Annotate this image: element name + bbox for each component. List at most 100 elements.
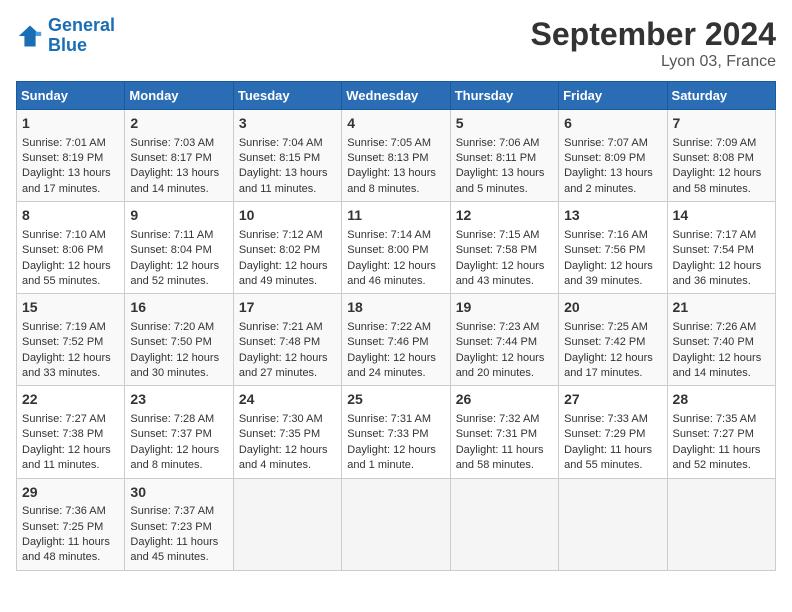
day-info: Sunrise: 7:16 AMSunset: 7:56 PMDaylight:… [564, 228, 661, 290]
day-info: Sunrise: 7:33 AMSunset: 7:29 PMDaylight:… [564, 412, 661, 474]
logo-icon [16, 22, 44, 50]
day-number: 20 [564, 298, 661, 318]
calendar-day-cell: 26Sunrise: 7:32 AMSunset: 7:31 PMDayligh… [450, 386, 558, 478]
weekday-header-row: SundayMondayTuesdayWednesdayThursdayFrid… [17, 82, 776, 110]
day-info: Sunrise: 7:06 AMSunset: 8:11 PMDaylight:… [456, 136, 553, 198]
day-info: Sunrise: 7:30 AMSunset: 7:35 PMDaylight:… [239, 412, 336, 474]
logo: General Blue [16, 16, 115, 56]
day-number: 22 [22, 390, 119, 410]
calendar-day-cell: 8Sunrise: 7:10 AMSunset: 8:06 PMDaylight… [17, 202, 125, 294]
day-number: 5 [456, 114, 553, 134]
day-number: 15 [22, 298, 119, 318]
day-info: Sunrise: 7:09 AMSunset: 8:08 PMDaylight:… [673, 136, 770, 198]
day-number: 17 [239, 298, 336, 318]
calendar-day-cell: 28Sunrise: 7:35 AMSunset: 7:27 PMDayligh… [667, 386, 775, 478]
day-number: 7 [673, 114, 770, 134]
calendar-day-cell: 5Sunrise: 7:06 AMSunset: 8:11 PMDaylight… [450, 110, 558, 202]
title-block: September 2024 Lyon 03, France [531, 16, 776, 71]
calendar-day-cell: 30Sunrise: 7:37 AMSunset: 7:23 PMDayligh… [125, 478, 233, 570]
location-title: Lyon 03, France [531, 53, 776, 71]
day-info: Sunrise: 7:37 AMSunset: 7:23 PMDaylight:… [130, 504, 227, 566]
day-number: 28 [673, 390, 770, 410]
calendar-day-cell: 20Sunrise: 7:25 AMSunset: 7:42 PMDayligh… [559, 294, 667, 386]
calendar-week-2: 8Sunrise: 7:10 AMSunset: 8:06 PMDaylight… [17, 202, 776, 294]
day-info: Sunrise: 7:17 AMSunset: 7:54 PMDaylight:… [673, 228, 770, 290]
calendar-day-cell: 21Sunrise: 7:26 AMSunset: 7:40 PMDayligh… [667, 294, 775, 386]
day-number: 24 [239, 390, 336, 410]
day-info: Sunrise: 7:12 AMSunset: 8:02 PMDaylight:… [239, 228, 336, 290]
day-number: 10 [239, 206, 336, 226]
day-info: Sunrise: 7:11 AMSunset: 8:04 PMDaylight:… [130, 228, 227, 290]
day-number: 27 [564, 390, 661, 410]
day-info: Sunrise: 7:21 AMSunset: 7:48 PMDaylight:… [239, 320, 336, 382]
calendar-week-4: 22Sunrise: 7:27 AMSunset: 7:38 PMDayligh… [17, 386, 776, 478]
day-info: Sunrise: 7:03 AMSunset: 8:17 PMDaylight:… [130, 136, 227, 198]
day-info: Sunrise: 7:22 AMSunset: 7:46 PMDaylight:… [347, 320, 444, 382]
day-number: 8 [22, 206, 119, 226]
calendar-day-cell: 23Sunrise: 7:28 AMSunset: 7:37 PMDayligh… [125, 386, 233, 478]
calendar-day-cell [667, 478, 775, 570]
day-info: Sunrise: 7:23 AMSunset: 7:44 PMDaylight:… [456, 320, 553, 382]
calendar-day-cell: 9Sunrise: 7:11 AMSunset: 8:04 PMDaylight… [125, 202, 233, 294]
day-info: Sunrise: 7:26 AMSunset: 7:40 PMDaylight:… [673, 320, 770, 382]
weekday-header-sunday: Sunday [17, 82, 125, 110]
day-number: 29 [22, 483, 119, 503]
calendar-day-cell: 13Sunrise: 7:16 AMSunset: 7:56 PMDayligh… [559, 202, 667, 294]
calendar-day-cell: 27Sunrise: 7:33 AMSunset: 7:29 PMDayligh… [559, 386, 667, 478]
calendar-day-cell: 2Sunrise: 7:03 AMSunset: 8:17 PMDaylight… [125, 110, 233, 202]
weekday-header-monday: Monday [125, 82, 233, 110]
logo-text: General Blue [48, 16, 115, 56]
day-info: Sunrise: 7:35 AMSunset: 7:27 PMDaylight:… [673, 412, 770, 474]
day-number: 12 [456, 206, 553, 226]
calendar-day-cell [233, 478, 341, 570]
calendar-day-cell [342, 478, 450, 570]
calendar-day-cell: 11Sunrise: 7:14 AMSunset: 8:00 PMDayligh… [342, 202, 450, 294]
calendar-week-5: 29Sunrise: 7:36 AMSunset: 7:25 PMDayligh… [17, 478, 776, 570]
calendar-day-cell: 1Sunrise: 7:01 AMSunset: 8:19 PMDaylight… [17, 110, 125, 202]
weekday-header-friday: Friday [559, 82, 667, 110]
day-info: Sunrise: 7:15 AMSunset: 7:58 PMDaylight:… [456, 228, 553, 290]
day-info: Sunrise: 7:20 AMSunset: 7:50 PMDaylight:… [130, 320, 227, 382]
calendar-day-cell: 22Sunrise: 7:27 AMSunset: 7:38 PMDayligh… [17, 386, 125, 478]
calendar-day-cell: 15Sunrise: 7:19 AMSunset: 7:52 PMDayligh… [17, 294, 125, 386]
day-number: 19 [456, 298, 553, 318]
calendar-day-cell: 4Sunrise: 7:05 AMSunset: 8:13 PMDaylight… [342, 110, 450, 202]
calendar-day-cell: 3Sunrise: 7:04 AMSunset: 8:15 PMDaylight… [233, 110, 341, 202]
calendar-day-cell: 29Sunrise: 7:36 AMSunset: 7:25 PMDayligh… [17, 478, 125, 570]
day-number: 25 [347, 390, 444, 410]
day-number: 6 [564, 114, 661, 134]
day-number: 11 [347, 206, 444, 226]
day-number: 2 [130, 114, 227, 134]
calendar-week-1: 1Sunrise: 7:01 AMSunset: 8:19 PMDaylight… [17, 110, 776, 202]
day-info: Sunrise: 7:19 AMSunset: 7:52 PMDaylight:… [22, 320, 119, 382]
calendar-day-cell: 18Sunrise: 7:22 AMSunset: 7:46 PMDayligh… [342, 294, 450, 386]
day-number: 21 [673, 298, 770, 318]
weekday-header-tuesday: Tuesday [233, 82, 341, 110]
day-info: Sunrise: 7:14 AMSunset: 8:00 PMDaylight:… [347, 228, 444, 290]
day-number: 13 [564, 206, 661, 226]
calendar-table: SundayMondayTuesdayWednesdayThursdayFrid… [16, 81, 776, 571]
calendar-day-cell: 16Sunrise: 7:20 AMSunset: 7:50 PMDayligh… [125, 294, 233, 386]
day-info: Sunrise: 7:04 AMSunset: 8:15 PMDaylight:… [239, 136, 336, 198]
calendar-day-cell: 25Sunrise: 7:31 AMSunset: 7:33 PMDayligh… [342, 386, 450, 478]
weekday-header-saturday: Saturday [667, 82, 775, 110]
calendar-day-cell: 19Sunrise: 7:23 AMSunset: 7:44 PMDayligh… [450, 294, 558, 386]
day-info: Sunrise: 7:31 AMSunset: 7:33 PMDaylight:… [347, 412, 444, 474]
calendar-day-cell: 6Sunrise: 7:07 AMSunset: 8:09 PMDaylight… [559, 110, 667, 202]
calendar-day-cell: 10Sunrise: 7:12 AMSunset: 8:02 PMDayligh… [233, 202, 341, 294]
day-info: Sunrise: 7:05 AMSunset: 8:13 PMDaylight:… [347, 136, 444, 198]
day-info: Sunrise: 7:07 AMSunset: 8:09 PMDaylight:… [564, 136, 661, 198]
day-info: Sunrise: 7:01 AMSunset: 8:19 PMDaylight:… [22, 136, 119, 198]
calendar-day-cell [559, 478, 667, 570]
month-title: September 2024 [531, 16, 776, 53]
day-number: 3 [239, 114, 336, 134]
day-number: 30 [130, 483, 227, 503]
day-number: 4 [347, 114, 444, 134]
day-number: 14 [673, 206, 770, 226]
calendar-day-cell: 14Sunrise: 7:17 AMSunset: 7:54 PMDayligh… [667, 202, 775, 294]
day-info: Sunrise: 7:10 AMSunset: 8:06 PMDaylight:… [22, 228, 119, 290]
day-info: Sunrise: 7:36 AMSunset: 7:25 PMDaylight:… [22, 504, 119, 566]
calendar-day-cell: 17Sunrise: 7:21 AMSunset: 7:48 PMDayligh… [233, 294, 341, 386]
day-number: 23 [130, 390, 227, 410]
day-number: 26 [456, 390, 553, 410]
